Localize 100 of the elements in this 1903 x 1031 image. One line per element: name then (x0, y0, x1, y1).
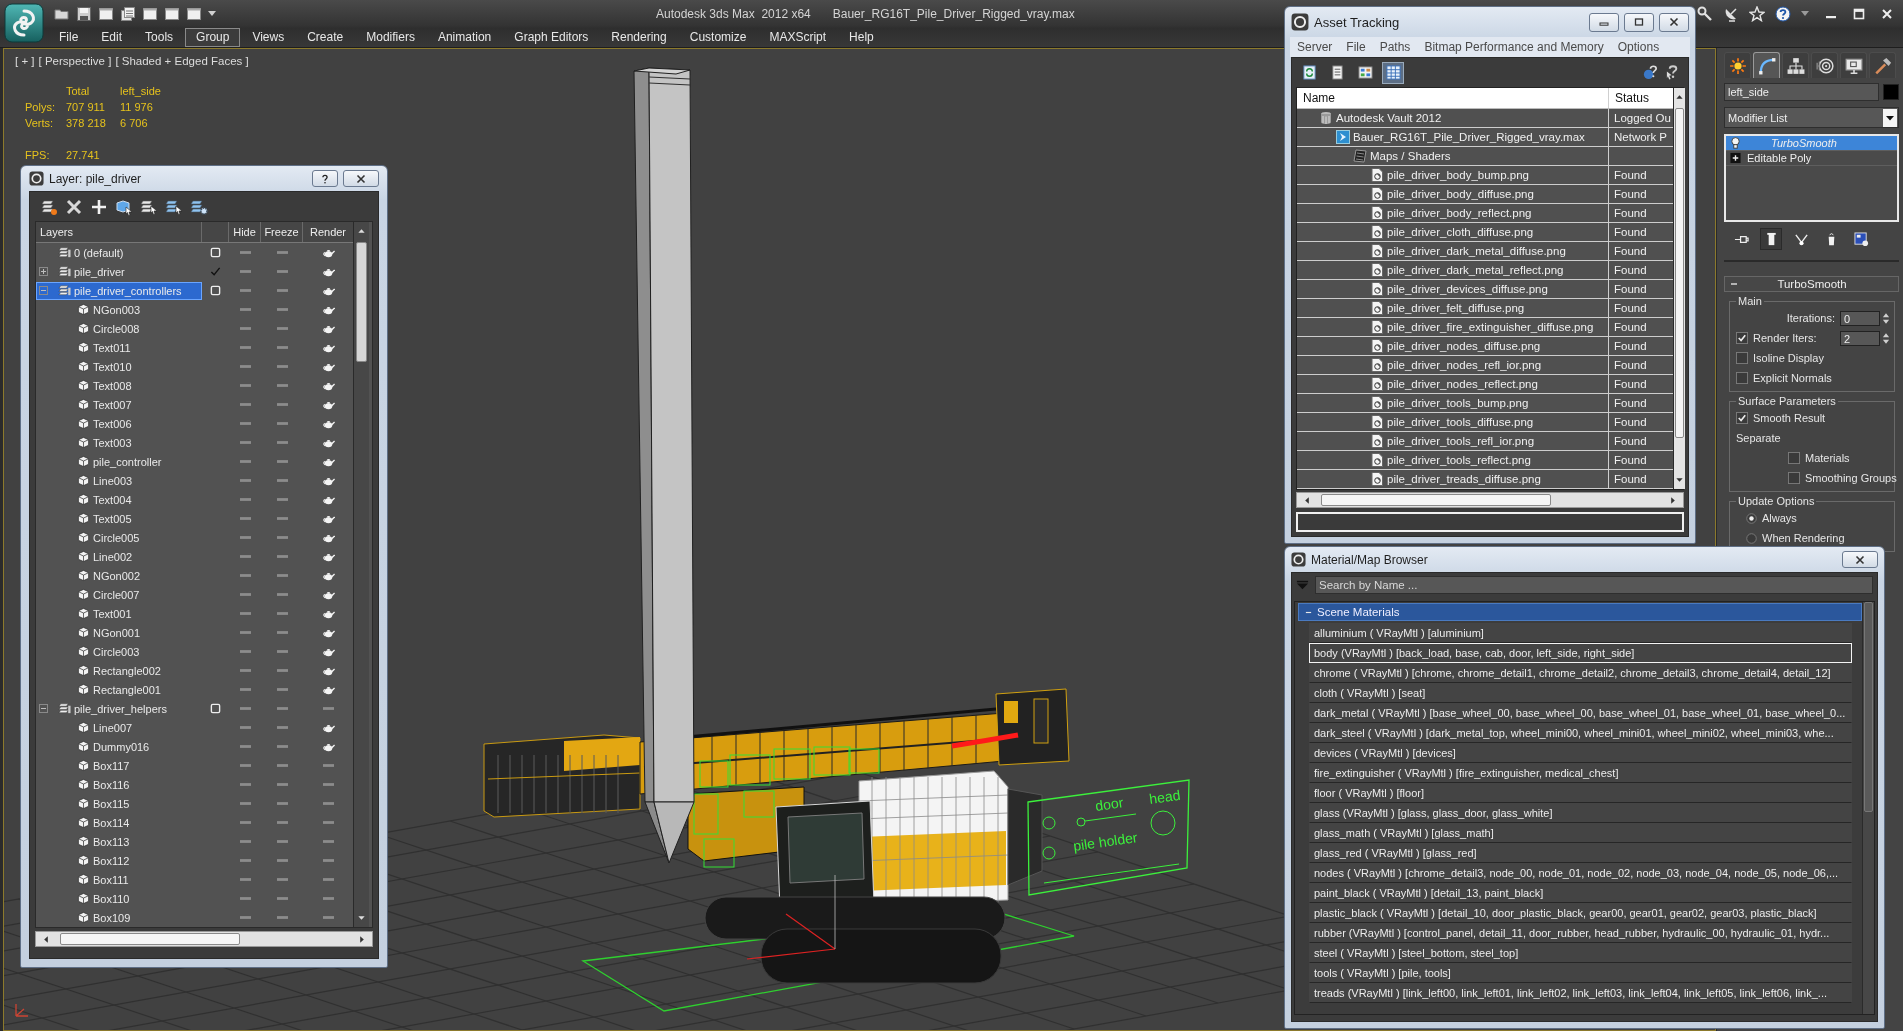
close-button[interactable] (1659, 12, 1689, 32)
dash-icon[interactable] (239, 593, 251, 596)
dash-icon[interactable] (239, 270, 251, 273)
asset-row[interactable]: pile_driver_body_bump.png Found (1297, 166, 1673, 185)
teapot-icon[interactable] (321, 532, 335, 543)
scroll-right-icon[interactable] (1669, 495, 1677, 505)
window-icon[interactable] (186, 5, 202, 22)
dash-icon[interactable] (239, 555, 251, 558)
dash-icon[interactable] (322, 707, 334, 710)
dash-icon[interactable] (322, 897, 334, 900)
tree-item[interactable]: Text011 (36, 338, 202, 357)
dash-icon[interactable] (239, 422, 251, 425)
material-item[interactable]: dark_metal ( VRayMtl ) [base_wheel_00, base_wheel_00, base_wheel_01, base_wheel_01, base_wheel_0... (1309, 703, 1852, 723)
scroll-up-icon[interactable] (357, 227, 366, 235)
dash-icon[interactable] (276, 916, 288, 919)
x-icon[interactable] (65, 197, 83, 216)
tree-item[interactable]: Circle007 (36, 585, 202, 604)
tree-item[interactable]: Rectangle001 (36, 680, 202, 699)
asset-row[interactable]: pile_driver_tools_reflect.png Found (1297, 451, 1673, 470)
material-item[interactable]: fire_extinguisher ( VRayMtl ) [fire_extinguisher, medical_chest] (1309, 763, 1852, 783)
spinner-field[interactable]: 0 (1840, 310, 1880, 326)
menu-item[interactable]: Create (296, 27, 355, 47)
tree-item[interactable]: Rectangle002 (36, 661, 202, 680)
menu-item[interactable]: Tools (134, 27, 185, 47)
teapot-icon[interactable] (321, 665, 335, 676)
minus-box-icon[interactable] (39, 286, 48, 295)
panel-tab[interactable] (1811, 52, 1838, 78)
menu-item[interactable]: Modifiers (355, 27, 426, 47)
window-icon[interactable] (142, 5, 158, 22)
menu-item[interactable]: Customize (678, 27, 758, 47)
checkbox[interactable] (1736, 412, 1748, 424)
dash-icon[interactable] (239, 574, 251, 577)
column-title[interactable]: Freeze (261, 222, 303, 242)
material-item[interactable]: body (VRayMtl ) [back_load, base, cab, door, left_side, right_side] (1309, 643, 1852, 663)
dash-icon[interactable] (322, 916, 334, 919)
dash-icon[interactable] (239, 384, 251, 387)
dash-icon[interactable] (276, 536, 288, 539)
dash-icon[interactable] (239, 517, 251, 520)
window-icon[interactable] (164, 5, 180, 22)
cube-pointer-icon[interactable] (115, 197, 133, 216)
dash-icon[interactable] (276, 289, 288, 292)
help-icon[interactable] (1642, 64, 1659, 81)
scroll-left-icon[interactable] (1303, 495, 1311, 505)
dash-icon[interactable] (239, 916, 251, 919)
dash-icon[interactable] (322, 802, 334, 805)
save-icon[interactable] (76, 5, 92, 22)
search-icon[interactable] (1697, 5, 1713, 22)
asset-row[interactable]: pile_driver_tools_bump.png Found (1297, 394, 1673, 413)
dash-icon[interactable] (239, 783, 251, 786)
square-icon[interactable] (210, 703, 221, 714)
menu-item[interactable]: Help (838, 27, 885, 47)
tree-item[interactable]: Line007 (36, 718, 202, 737)
path-field[interactable] (1296, 512, 1684, 532)
horizontal-scrollbar[interactable] (35, 931, 373, 947)
tree-item[interactable]: Circle003 (36, 642, 202, 661)
dash-icon[interactable] (276, 270, 288, 273)
dash-icon[interactable] (276, 688, 288, 691)
dash-icon[interactable] (239, 688, 251, 691)
tree-item[interactable]: NGon001 (36, 623, 202, 642)
plus-icon[interactable] (90, 197, 108, 216)
dash-icon[interactable] (276, 707, 288, 710)
teapot-icon[interactable] (321, 361, 335, 372)
teapot-icon[interactable] (321, 608, 335, 619)
scroll-down-icon[interactable] (357, 914, 366, 922)
dash-icon[interactable] (239, 289, 251, 292)
dash-icon[interactable] (239, 365, 251, 368)
teapot-icon[interactable] (321, 342, 335, 353)
horizontal-scrollbar[interactable] (1296, 492, 1684, 508)
checkbox[interactable] (1736, 352, 1748, 364)
dash-icon[interactable] (239, 897, 251, 900)
dash-icon[interactable] (276, 897, 288, 900)
material-item[interactable]: glass (VRayMtl ) [glass, glass_door, glass_white] (1309, 803, 1852, 823)
square-icon[interactable] (210, 285, 221, 296)
scroll-left-icon[interactable] (42, 934, 50, 944)
object-name-field[interactable]: left_side (1724, 83, 1879, 101)
teapot-icon[interactable] (321, 551, 335, 562)
tree-item[interactable]: Box110 (36, 889, 202, 908)
material-item[interactable]: treads (VRayMtl ) [link_left00, link_left01, link_left02, link_left03, link_left04, link_left05, link_left06, link_... (1309, 983, 1852, 1003)
asset-row[interactable]: pile_driver_cloth_diffuse.png Found (1297, 223, 1673, 242)
dash-icon[interactable] (276, 460, 288, 463)
material-item[interactable]: steel ( VRayMtl ) [steel_bottom, steel_top] (1309, 943, 1852, 963)
tree-item[interactable]: Text004 (36, 490, 202, 509)
asset-row[interactable]: pile_driver_nodes_diffuse.png Found (1297, 337, 1673, 356)
caret-icon[interactable] (208, 10, 216, 17)
layer-pointer-icon[interactable] (165, 197, 183, 216)
teapot-icon[interactable] (321, 456, 335, 467)
tree-item[interactable]: pile_driver (36, 262, 202, 281)
minimize-button[interactable] (1589, 12, 1619, 32)
dash-icon[interactable] (239, 650, 251, 653)
tree-item[interactable]: Text007 (36, 395, 202, 414)
dash-icon[interactable] (276, 498, 288, 501)
dash-icon[interactable] (276, 612, 288, 615)
dash-icon[interactable] (239, 669, 251, 672)
teapot-icon[interactable] (321, 570, 335, 581)
scroll-thumb[interactable] (356, 242, 367, 362)
checkbox[interactable] (1788, 472, 1800, 484)
asset-row[interactable]: pile_driver_nodes_reflect.png Found (1297, 375, 1673, 394)
scroll-right-icon[interactable] (358, 934, 366, 944)
asset-row[interactable]: pile_driver_dark_metal_diffuse.png Found (1297, 242, 1673, 261)
dash-icon[interactable] (239, 764, 251, 767)
